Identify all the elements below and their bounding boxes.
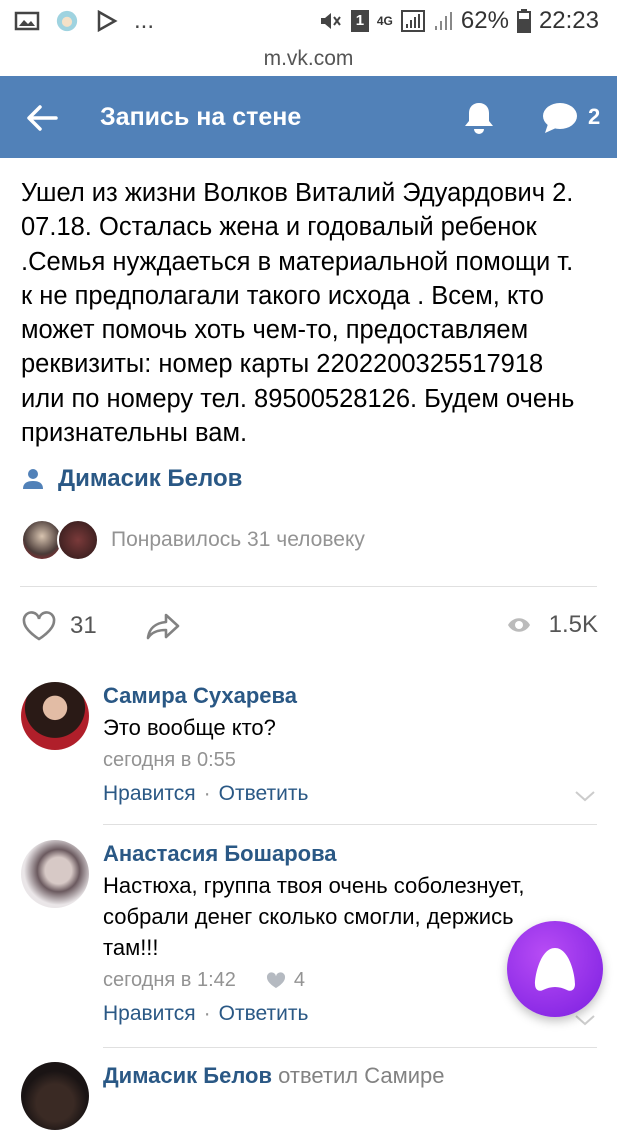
share-icon[interactable] [145,611,181,641]
heart-icon [22,611,56,641]
comment-text: Это вообще кто? [103,715,276,740]
network-type: 4G [376,14,393,28]
comment-author[interactable]: Димасик Белов ответил Самире [103,1062,593,1090]
views-count: 1.5K [548,611,598,638]
likes-summary[interactable]: Понравилось 31 человеку [21,519,365,561]
avatar[interactable] [21,840,89,908]
liker-avatar [57,519,99,561]
post-line: .Семья нуждаеться в материальной помощи … [21,247,574,276]
post-line: Ушел из жизни Волков Виталий Эдуардович … [21,179,574,207]
app-header: Запись на стене 2 [0,76,617,158]
comment-like-count: 4 [293,969,305,991]
comment-author-name[interactable]: Димасик Белов [103,1063,272,1088]
sim-badge: 1 [350,10,369,32]
post-line: может помочь хоть чем-то, предоставляем [21,316,529,345]
comment-like-link[interactable]: Нравится [103,1002,196,1025]
url-bar[interactable]: m.vk.com [0,42,617,76]
signal-icon [400,10,425,32]
views: 1.5K [507,611,598,639]
eye-icon [507,618,530,632]
comments-icon[interactable] [540,100,580,136]
author-name[interactable]: Димасик Белов [58,465,242,493]
battery-icon [516,9,531,33]
comment: Димасик Белов ответил Самире [21,1062,596,1130]
comment-line: Настюха, группа твоя очень соболезнует, [103,873,525,898]
likes-summary-text: Понравилось 31 человеку [111,528,365,551]
comment-likes[interactable]: 4 [266,965,305,995]
gallery-icon [14,11,40,31]
avatar-app-icon [56,10,78,32]
mute-icon [320,13,341,29]
divider [103,824,597,825]
post-line: 07.18. Осталась жена и годовалый ребенок [21,213,537,242]
comment-like-link[interactable]: Нравится [103,782,196,805]
comment: Самира Сухарева Это вообще кто? сегодня … [21,682,596,812]
like-count: 31 [70,612,97,639]
comment-author[interactable]: Анастасия Бошарова [103,840,593,868]
post-author[interactable]: Димасик Белов [22,465,242,493]
back-arrow-icon[interactable] [22,98,62,138]
voice-assistant-button[interactable] [507,921,603,1017]
avatar[interactable] [21,682,89,750]
page-title: Запись на стене [100,103,302,131]
status-bar: ... 1 4G 62% 22:23 [0,0,617,42]
signal-2-icon [434,12,452,30]
post-line: реквизиты: номер карты 2202200325517918 [21,350,544,379]
user-icon [23,469,43,489]
post-line: или по номеру тел. 89500528126. Будем оч… [21,384,575,413]
bell-icon[interactable] [459,98,499,138]
comment-reply-link[interactable]: Ответить [219,1002,309,1025]
divider [20,586,597,587]
separator: · [203,1002,211,1025]
battery-percent: 62% [460,7,509,34]
comments-count: 2 [588,104,601,129]
separator: · [203,782,211,805]
comment-author[interactable]: Самира Сухарева [103,682,593,710]
replied-to[interactable]: ответил Самире [278,1063,444,1088]
post-text: Ушел из жизни Волков Виталий Эдуардович … [21,176,601,450]
post-actions: 31 1.5K [22,607,598,651]
post-line: к не предполагали такого исхода . Всем, … [21,281,544,310]
divider [103,1047,597,1048]
comment-reply-link[interactable]: Ответить [219,782,309,805]
heart-filled-icon [266,971,285,988]
chevron-down-icon[interactable] [574,790,596,802]
comment-date: сегодня в 1:42 [103,969,236,991]
more-notifications: ... [134,7,155,34]
avatar[interactable] [21,1062,89,1130]
play-store-icon [97,10,118,32]
comment-date: сегодня в 0:55 [103,749,236,771]
assistant-icon [535,948,575,991]
post-line: признательны вам. [21,419,248,448]
clock: 22:23 [538,7,599,34]
like-button[interactable]: 31 [22,611,97,641]
